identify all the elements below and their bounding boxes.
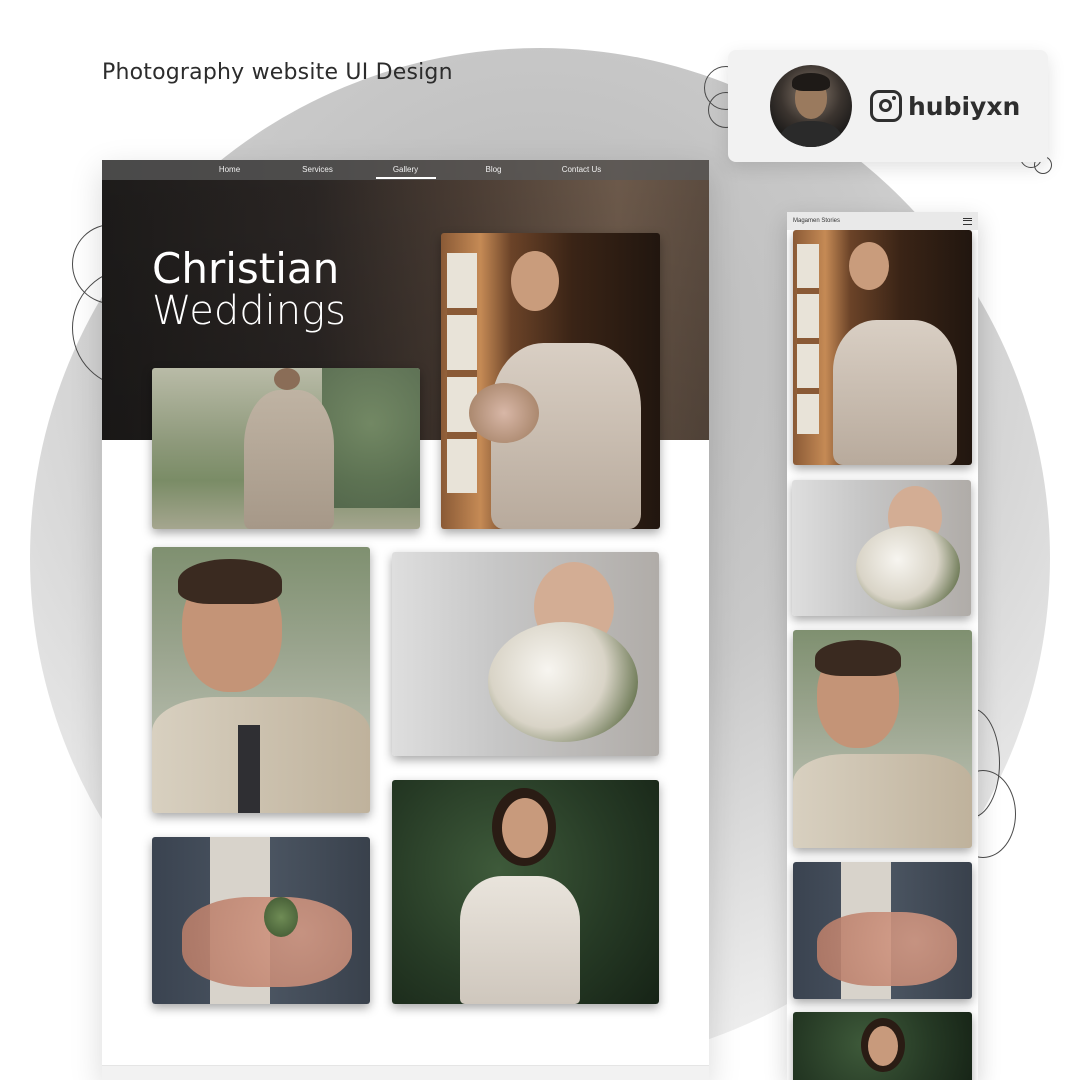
groom-tie [238,725,260,813]
groom-hair [815,640,901,676]
boutonniere [264,897,298,937]
mobile-groom-boutonniere-photo[interactable] [793,862,972,999]
groom-boutonniere-photo[interactable] [152,837,370,1004]
nav-contact-us[interactable]: Contact Us [538,160,626,180]
figure-suit [244,390,334,529]
avatar-shirt [780,121,842,147]
avatar [770,65,852,147]
groom-emotional-photo[interactable] [152,547,370,813]
instagram-handle[interactable]: hubiyxn [908,92,1020,121]
bride-dress [460,876,580,1004]
foliage [322,368,420,508]
bride-window-bouquet-photo[interactable] [441,233,660,529]
profile-card[interactable]: hubiyxn [728,50,1048,162]
hands [817,912,957,986]
footer-strip [102,1065,709,1080]
mobile-brand[interactable]: Magamen Stories [793,218,840,224]
bride-head [849,242,889,290]
mobile-bride-window-photo[interactable] [793,230,972,465]
groom-walking-garden-photo[interactable] [152,368,420,529]
hamburger-menu-icon[interactable] [963,217,972,225]
bride-dress [833,320,957,465]
page-headline: Photography website UI Design [102,60,453,85]
hero-title-line2: Weddings [152,288,346,334]
bride-smiling-outdoor-photo[interactable] [392,780,659,1004]
avatar-hair [792,73,830,91]
nav-home[interactable]: Home [186,160,274,180]
orchid-bouquet [488,622,638,742]
groom-jacket [152,697,370,813]
groom-jacket [793,754,972,848]
nav-services[interactable]: Services [274,160,362,180]
bride-face [502,798,548,858]
bride-face [868,1026,898,1066]
mobile-website-mockup: Magamen Stories [787,212,978,1080]
instagram-icon[interactable] [870,90,902,122]
nav-blog[interactable]: Blog [450,160,538,180]
hero-title-line1: Christian [152,244,340,293]
figure-head [274,368,300,390]
mobile-bride-veil-photo[interactable] [792,480,971,616]
window-frame [797,244,819,434]
mobile-bride-smiling-photo[interactable] [793,1012,972,1080]
hero-title: Christian Weddings [152,244,346,334]
desktop-website-mockup: Home Services Gallery Blog Contact Us Ch… [102,160,709,1080]
mobile-groom-emotional-photo[interactable] [793,630,972,848]
groom-hair [178,559,282,604]
bouquet [469,383,539,443]
bride-head [511,251,559,311]
window-frame [447,253,477,493]
orchid-bouquet [856,526,960,610]
top-navigation: Home Services Gallery Blog Contact Us [102,160,709,180]
bride-veil-flowers-photo[interactable] [392,552,659,756]
mobile-header: Magamen Stories [787,212,978,230]
nav-gallery[interactable]: Gallery [362,160,450,180]
